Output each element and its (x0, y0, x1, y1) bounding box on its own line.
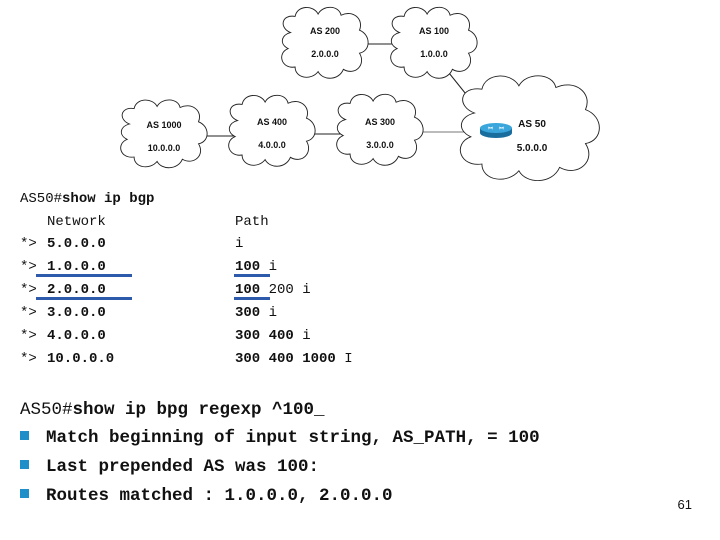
cloud-as1000 (120, 99, 208, 169)
bullet-text: Last prepended AS was 100: (46, 457, 320, 477)
cloud-as200-network: 2.0.0.0 (311, 49, 339, 59)
command: show ip bgp (62, 191, 155, 207)
path-highlight-underline (234, 297, 270, 300)
table-row-status: *> (20, 328, 37, 344)
path-as-list: 300 (235, 305, 261, 321)
cloud-as300-label: AS 300 (365, 117, 395, 127)
network-highlight-underline (36, 274, 132, 277)
header-path: Path (235, 214, 269, 230)
path-origin: I (335, 351, 353, 367)
path-origin: i (235, 236, 244, 252)
command: show ip bpg regexp ^100_ (72, 400, 325, 420)
table-row-network: 10.0.0.0 (47, 351, 115, 367)
bullet-text: Routes matched : 1.0.0.0, 2.0.0.0 (46, 486, 393, 506)
prompt: AS50# (20, 400, 73, 420)
cloud-as1000-network: 10.0.0.0 (148, 143, 181, 153)
cloud-as200-label: AS 200 (310, 26, 340, 36)
cloud-as100 (390, 6, 478, 79)
header-network: Network (47, 214, 106, 230)
regexp-command-line: AS50#show ip bpg regexp ^100_ (20, 398, 325, 422)
cloud-as400-network: 4.0.0.0 (258, 140, 286, 150)
cloud-as200 (281, 6, 369, 79)
table-row-path: 300 i (235, 302, 277, 325)
page-number: 61 (677, 497, 692, 512)
table-row-path: 300 400 i (235, 325, 311, 348)
table-row-path: i (235, 233, 243, 256)
cloud-as300 (336, 93, 424, 166)
path-origin: i (293, 328, 311, 344)
table-row-status: *> (20, 259, 37, 275)
bullet-square-icon (20, 430, 29, 440)
cloud-as50-label: AS 50 (518, 119, 546, 130)
cloud-as50-network: 5.0.0.0 (517, 143, 548, 154)
table-row-status: *> (20, 351, 37, 367)
table-row-network: 5.0.0.0 (47, 236, 106, 252)
path-origin: i (260, 259, 278, 275)
bullet-item: Match beginning of input string, AS_PATH… (20, 426, 540, 450)
bullet-text: Match beginning of input string, AS_PATH… (46, 428, 540, 448)
table-row-network: 3.0.0.0 (47, 305, 106, 321)
prompt: AS50# (20, 191, 63, 207)
path-as-list: 100 (235, 259, 261, 275)
cloud-as100-network: 1.0.0.0 (420, 49, 448, 59)
path-as-list: 300 400 1000 (235, 351, 336, 367)
bullet-item: Last prepended AS was 100: (20, 455, 319, 479)
bullet-item: Routes matched : 1.0.0.0, 2.0.0.0 (20, 484, 393, 508)
table-row-status: *> (20, 236, 37, 252)
table-row-status: *> (20, 305, 37, 321)
cloud-as1000-label: AS 1000 (146, 120, 181, 130)
bullet-square-icon (20, 488, 29, 498)
cloud-as400 (228, 94, 316, 167)
path-as-list: 300 400 (235, 328, 294, 344)
cloud-as100-label: AS 100 (419, 26, 449, 36)
cloud-as300-network: 3.0.0.0 (366, 140, 394, 150)
table-row-status: *> (20, 282, 37, 298)
path-origin: 200 i (260, 282, 311, 298)
bgp-topology-diagram: AS 200 2.0.0.0 AS 100 1.0.0.0 AS 1000 10… (120, 6, 601, 182)
path-highlight-underline (234, 274, 270, 277)
network-highlight-underline (36, 297, 132, 300)
table-row-path: 300 400 1000 I (235, 348, 353, 371)
bullet-square-icon (20, 459, 29, 469)
router-icon (480, 123, 512, 138)
cloud-as400-label: AS 400 (257, 117, 287, 127)
show-bgp-command-line: AS50#show ip bgp (20, 188, 154, 211)
path-as-list: 100 (235, 282, 261, 298)
table-row-network: 4.0.0.0 (47, 328, 106, 344)
path-origin: i (260, 305, 278, 321)
